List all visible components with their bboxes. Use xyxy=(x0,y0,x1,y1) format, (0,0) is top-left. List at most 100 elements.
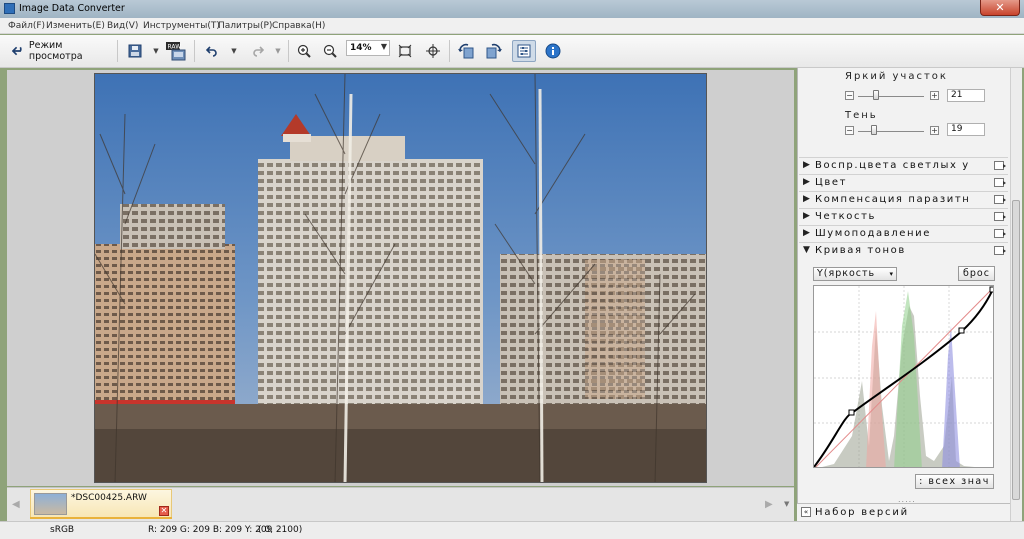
curve-channel-select[interactable]: Y(яркость ▾ xyxy=(813,267,897,281)
section-aberration[interactable]: ▶ Компенсация паразитн xyxy=(799,191,1008,208)
all-values-button[interactable]: : всех знач xyxy=(915,474,994,489)
strip-menu-icon[interactable]: ▼ xyxy=(784,500,789,508)
pin-icon[interactable] xyxy=(994,229,1006,238)
tone-curve-svg xyxy=(814,286,993,467)
expand-up-icon[interactable]: « xyxy=(801,507,811,517)
zoom-in-icon xyxy=(297,44,311,58)
thumbnail-filename: *DSC00425.ARW xyxy=(71,493,147,503)
thumbnail-image xyxy=(34,493,67,515)
redo-icon xyxy=(253,46,264,57)
pin-icon[interactable] xyxy=(994,195,1006,204)
photo-content xyxy=(95,74,706,482)
info-button[interactable] xyxy=(543,40,563,62)
panel-scrollbar-thumb[interactable] xyxy=(1012,200,1020,500)
expand-arrow-icon: ▶ xyxy=(803,228,810,238)
view-mode-label: Режим просмотра xyxy=(28,40,83,62)
section-highlight-color[interactable]: ▶ Воспр.цвета светлых у xyxy=(799,157,1008,174)
redo-button[interactable] xyxy=(249,40,267,62)
shadow-slider-thumb[interactable] xyxy=(871,125,877,135)
zoom-out-button[interactable] xyxy=(321,40,339,62)
close-button[interactable]: ✕ xyxy=(980,0,1020,16)
back-arrow-icon xyxy=(12,46,22,56)
pixel-values: R: 209 G: 209 B: 209 Y: 209 xyxy=(148,525,273,535)
shadow-increase-button[interactable]: + xyxy=(930,126,939,135)
section-sharpness[interactable]: ▶ Четкость xyxy=(799,208,1008,225)
shadow-slider-track[interactable] xyxy=(858,131,924,132)
highlight-decrease-button[interactable]: − xyxy=(845,91,854,100)
title-bar: Image Data Converter ✕ xyxy=(0,0,1024,18)
toolbar-separator xyxy=(117,40,118,62)
rotate-right-icon xyxy=(486,43,502,59)
highlight-increase-button[interactable]: + xyxy=(930,91,939,100)
zoom-in-button[interactable] xyxy=(295,40,313,62)
undo-dropdown[interactable]: ▼ xyxy=(229,40,239,62)
save-dropdown[interactable]: ▼ xyxy=(151,40,161,62)
expand-arrow-icon: ▶ xyxy=(803,211,810,221)
section-label: Цвет xyxy=(815,177,848,188)
zoom-out-icon xyxy=(323,44,337,58)
versions-label: Набор версий xyxy=(815,507,909,518)
status-bar: sRGB R: 209 G: 209 B: 209 Y: 209 ( 0, 21… xyxy=(0,521,1024,539)
pin-icon[interactable] xyxy=(994,178,1006,187)
pin-icon[interactable] xyxy=(994,212,1006,221)
view-mode-button[interactable]: Режим просмотра xyxy=(12,40,112,62)
menu-help[interactable]: Справка(H) xyxy=(272,21,325,31)
fit-window-icon xyxy=(398,44,412,58)
shadow-value-field[interactable]: 19 xyxy=(947,123,985,136)
preview-image[interactable] xyxy=(94,73,707,483)
save-icon xyxy=(128,44,142,58)
pin-icon[interactable] xyxy=(994,246,1006,255)
adjust-panel-toggle[interactable] xyxy=(512,40,536,62)
section-noise-reduction[interactable]: ▶ Шумоподавление xyxy=(799,225,1008,242)
menu-view[interactable]: Вид(V) xyxy=(107,21,138,31)
menu-palettes[interactable]: Палитры(P) xyxy=(218,21,272,31)
raw-export-icon: RAW xyxy=(166,42,186,61)
highlight-value-field[interactable]: 21 xyxy=(947,89,985,102)
section-label: Шумоподавление xyxy=(815,228,931,239)
raw-export-button[interactable]: RAW xyxy=(164,40,188,62)
rotate-left-icon xyxy=(458,43,474,59)
remove-icon[interactable]: ✕ xyxy=(159,506,169,516)
shadow-decrease-button[interactable]: − xyxy=(845,126,854,135)
menu-edit[interactable]: Изменить(E) xyxy=(46,21,105,31)
redo-dropdown[interactable]: ▼ xyxy=(273,40,283,62)
menu-file[interactable]: Файл(F) xyxy=(8,21,45,31)
section-tone-curve[interactable]: ▼ Кривая тонов xyxy=(799,242,1008,259)
zoom-combobox[interactable]: 14% ▼ xyxy=(346,40,390,56)
curve-reset-button[interactable]: брос xyxy=(958,266,995,281)
versions-section[interactable]: « Набор версий xyxy=(797,503,1010,521)
crosshair-icon xyxy=(426,44,440,58)
pin-icon[interactable] xyxy=(994,161,1006,170)
thumbnail-item[interactable]: *DSC00425.ARW ✕ xyxy=(30,489,172,519)
info-icon xyxy=(545,43,561,59)
section-label: Воспр.цвета светлых у xyxy=(815,160,970,171)
channel-value: Y(яркость xyxy=(817,268,876,279)
crosshair-button[interactable] xyxy=(424,40,442,62)
shadow-label: Тень xyxy=(845,110,878,121)
strip-left-arrow-icon[interactable]: ◀ xyxy=(12,499,20,510)
selection-indicator xyxy=(30,517,172,519)
save-button[interactable] xyxy=(125,40,145,62)
strip-right-arrow-icon[interactable]: ▶ xyxy=(765,499,773,510)
rotate-right-button[interactable] xyxy=(484,40,504,62)
window-title: Image Data Converter xyxy=(19,3,125,14)
chevron-down-icon: ▼ xyxy=(380,42,387,51)
collapse-arrow-icon: ▼ xyxy=(803,245,810,255)
app-icon xyxy=(4,3,15,14)
chevron-down-icon: ▾ xyxy=(889,270,894,278)
fit-window-button[interactable] xyxy=(396,40,414,62)
section-label: Четкость xyxy=(815,211,877,222)
undo-button[interactable] xyxy=(203,40,221,62)
rotate-left-button[interactable] xyxy=(456,40,476,62)
expand-arrow-icon: ▶ xyxy=(803,160,810,170)
section-label: Кривая тонов xyxy=(815,245,906,256)
expand-arrow-icon: ▶ xyxy=(803,177,810,187)
section-color[interactable]: ▶ Цвет xyxy=(799,174,1008,191)
toolbar: Режим просмотра ▼ RAW ▼ ▼ xyxy=(0,35,1024,68)
menu-tools[interactable]: Инструменты(T) xyxy=(143,21,220,31)
highlight-slider-track[interactable] xyxy=(858,96,924,97)
tone-curve-graph[interactable] xyxy=(813,285,994,468)
toolbar-separator xyxy=(449,40,450,62)
highlight-slider-thumb[interactable] xyxy=(873,90,879,100)
highlight-label: Яркий участок xyxy=(845,71,948,82)
